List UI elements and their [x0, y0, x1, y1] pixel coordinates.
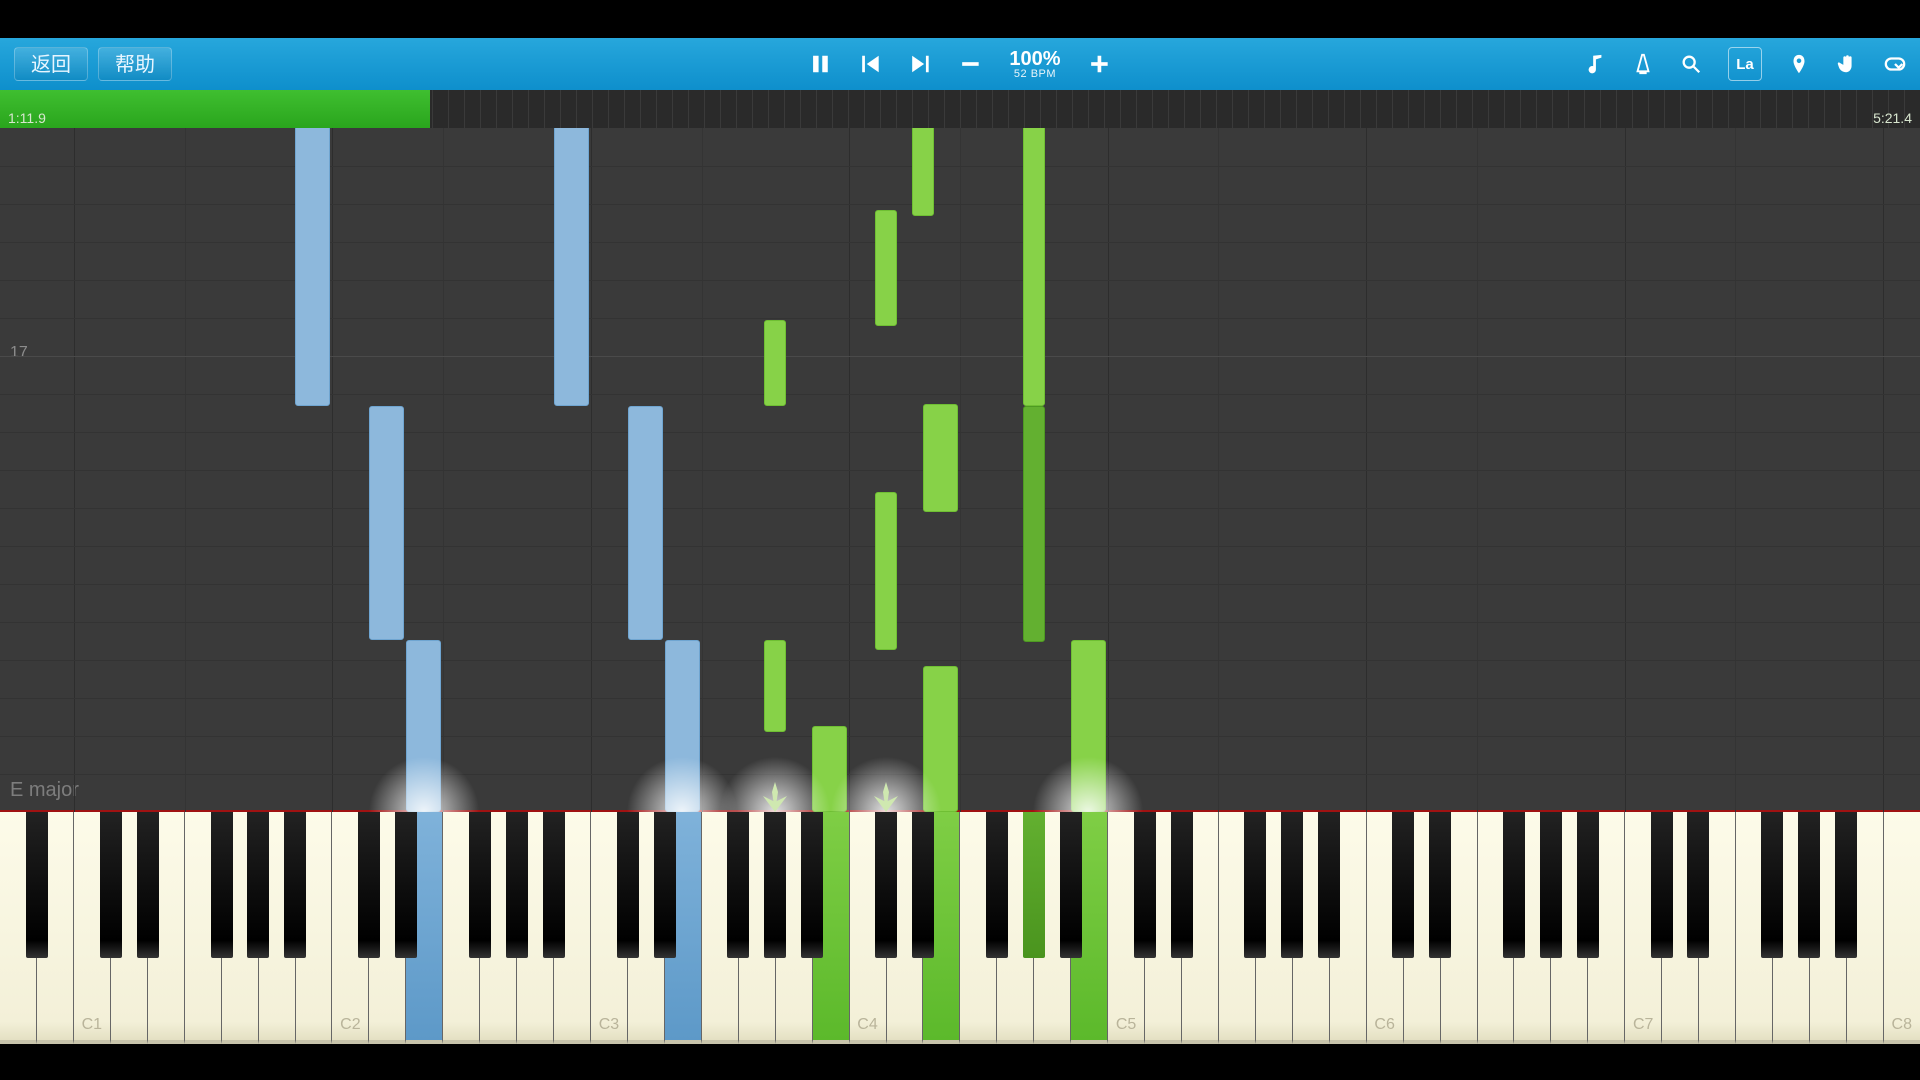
measure-number: 17	[10, 344, 28, 362]
falling-note	[1071, 640, 1106, 812]
zoom-icon[interactable]	[1680, 53, 1702, 75]
loop-icon[interactable]	[1884, 53, 1906, 75]
black-key[interactable]	[284, 812, 306, 958]
black-key[interactable]	[543, 812, 565, 958]
falling-note	[764, 640, 786, 732]
note-fall-area: 17 E major	[0, 128, 1920, 812]
falling-note	[1023, 406, 1045, 642]
octave-label: C7	[1633, 1016, 1653, 1034]
black-key[interactable]	[801, 812, 823, 958]
falling-note	[875, 492, 897, 650]
key-spark	[755, 782, 795, 812]
octave-label: C2	[340, 1016, 360, 1034]
falling-note	[912, 128, 934, 216]
bookmark-icon[interactable]	[1788, 53, 1810, 75]
black-key[interactable]	[654, 812, 676, 958]
piano-keyboard[interactable]: C1 C2 C3 C4 C5 C6 C7 C8	[0, 812, 1920, 1044]
falling-note	[1023, 128, 1045, 406]
black-key[interactable]	[1577, 812, 1599, 958]
progress-bar[interactable]: 1:11.9 5:21.4	[0, 90, 1920, 128]
black-key[interactable]	[358, 812, 380, 958]
black-key[interactable]	[26, 812, 48, 958]
black-key[interactable]	[469, 812, 491, 958]
black-key[interactable]	[247, 812, 269, 958]
black-key[interactable]	[1060, 812, 1082, 958]
black-key[interactable]	[1281, 812, 1303, 958]
black-key[interactable]	[1392, 812, 1414, 958]
falling-note	[923, 404, 958, 512]
black-key[interactable]	[1244, 812, 1266, 958]
plus-icon[interactable]	[1089, 53, 1111, 75]
black-key[interactable]	[1651, 812, 1673, 958]
black-key[interactable]	[506, 812, 528, 958]
black-key[interactable]	[1540, 812, 1562, 958]
label-toggle-button[interactable]: La	[1728, 47, 1762, 81]
falling-note	[295, 128, 330, 406]
white-key[interactable]: C8	[1883, 812, 1920, 1044]
octave-label: C4	[857, 1016, 877, 1034]
time-total: 5:21.4	[1873, 110, 1912, 126]
black-key[interactable]	[1503, 812, 1525, 958]
falling-note	[406, 640, 441, 812]
falling-note	[923, 666, 958, 812]
next-icon[interactable]	[909, 53, 931, 75]
black-key[interactable]	[727, 812, 749, 958]
octave-label: C3	[599, 1016, 619, 1034]
toolbar: 返回 帮助 100% 52 BPM La	[0, 38, 1920, 90]
falling-note	[369, 406, 404, 640]
key-signature: E major	[10, 779, 79, 802]
black-key[interactable]	[1761, 812, 1783, 958]
black-key[interactable]	[100, 812, 122, 958]
black-key[interactable]	[986, 812, 1008, 958]
tempo-bpm: 52 BPM	[1014, 69, 1056, 80]
black-key[interactable]	[912, 812, 934, 958]
tempo-percent: 100%	[1009, 49, 1060, 69]
time-current: 1:11.9	[8, 110, 46, 126]
black-key[interactable]	[1023, 812, 1045, 958]
metronome-icon[interactable]	[1632, 53, 1654, 75]
octave-label: C5	[1116, 1016, 1136, 1034]
octave-label: C8	[1892, 1016, 1912, 1034]
black-key[interactable]	[211, 812, 233, 958]
black-key[interactable]	[875, 812, 897, 958]
falling-note	[764, 320, 786, 406]
black-key[interactable]	[1835, 812, 1857, 958]
falling-note	[628, 406, 663, 640]
music-note-icon[interactable]	[1584, 53, 1606, 75]
octave-label: C1	[82, 1016, 102, 1034]
octave-label: C6	[1374, 1016, 1394, 1034]
falling-note	[875, 210, 897, 326]
black-key[interactable]	[137, 812, 159, 958]
minus-icon[interactable]	[959, 53, 981, 75]
black-key[interactable]	[1134, 812, 1156, 958]
black-key[interactable]	[764, 812, 786, 958]
black-key[interactable]	[1687, 812, 1709, 958]
falling-note	[665, 640, 700, 812]
hand-icon[interactable]	[1836, 53, 1858, 75]
key-spark	[866, 782, 906, 812]
falling-note	[812, 726, 847, 812]
black-key[interactable]	[617, 812, 639, 958]
pause-icon[interactable]	[809, 53, 831, 75]
black-key[interactable]	[1318, 812, 1340, 958]
black-key[interactable]	[1171, 812, 1193, 958]
falling-note	[554, 128, 589, 406]
help-button[interactable]: 帮助	[98, 47, 172, 81]
black-key[interactable]	[1429, 812, 1451, 958]
tempo-display[interactable]: 100% 52 BPM	[1009, 49, 1060, 80]
black-key[interactable]	[1798, 812, 1820, 958]
black-key[interactable]	[395, 812, 417, 958]
prev-icon[interactable]	[859, 53, 881, 75]
back-button[interactable]: 返回	[14, 47, 88, 81]
